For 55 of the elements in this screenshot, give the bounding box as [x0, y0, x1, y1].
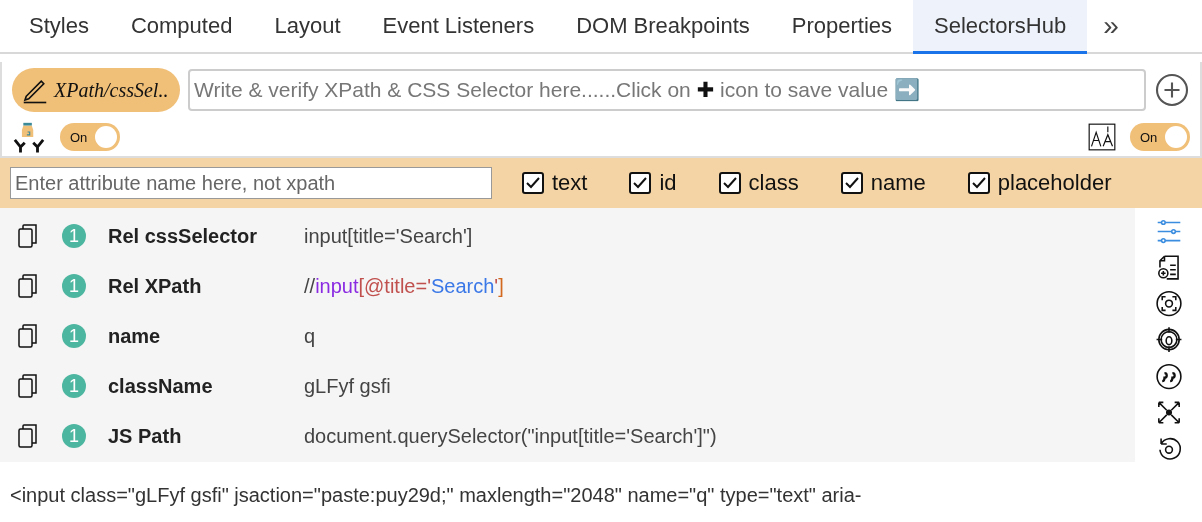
add-icon[interactable] — [1154, 72, 1190, 108]
checkmark-icon — [525, 175, 541, 191]
match-count: 1 — [62, 424, 86, 448]
selector-label: Rel XPath — [108, 274, 203, 298]
bug-target-icon[interactable] — [1154, 326, 1183, 354]
checkmark-icon — [843, 175, 860, 191]
checkbox[interactable] — [629, 172, 652, 194]
copy-icon[interactable] — [16, 373, 40, 399]
element-html-text: <input class="gLFyf gsfi" jsaction="paste:puy29d;" maxlength="2048" name="q" type="text" aria- — [9, 483, 863, 507]
tab[interactable]: Computed — [109, 0, 254, 54]
selector-label: Rel cssSelector — [108, 224, 258, 248]
copy-icon[interactable] — [16, 423, 40, 449]
toggle-switch[interactable]: On — [1130, 123, 1190, 151]
match-count: 1 — [62, 274, 86, 298]
quote-icon[interactable] — [1154, 362, 1183, 390]
selector-value: gLFyf gsfi — [304, 374, 391, 398]
tab[interactable]: Properties — [770, 0, 914, 54]
selector-value: //input[@title='Search'] — [304, 274, 504, 298]
copy-icon[interactable] — [16, 273, 40, 299]
match-count: 1 — [62, 374, 86, 398]
checkbox[interactable] — [522, 172, 544, 194]
selector-label: name — [108, 324, 162, 348]
selector-label: className — [108, 374, 214, 398]
selector-value: q — [304, 324, 316, 348]
screenshot-icon[interactable] — [1154, 290, 1183, 318]
checkbox-label: class — [748, 170, 799, 196]
checkmark-icon — [721, 175, 738, 191]
checkbox-label: text — [552, 170, 588, 196]
match-count: 1 — [62, 324, 86, 348]
copy-icon[interactable] — [16, 223, 40, 249]
font-size-icon[interactable] — [1088, 123, 1116, 151]
checkbox[interactable] — [967, 172, 990, 194]
money-bag-hands-icon[interactable] — [12, 120, 46, 154]
tab[interactable]: Event Listeners — [361, 0, 556, 54]
checkbox-label: id — [659, 170, 677, 196]
selector-input-field[interactable]: Write & verify XPath & CSS Selector here......Click on ✚ icon to save value ➡ — [188, 69, 1146, 111]
more-tabs-button[interactable]: » — [1087, 0, 1135, 52]
toggle-switch[interactable]: On — [60, 123, 120, 151]
checkmark-icon — [970, 175, 987, 191]
checkbox-label: name — [870, 170, 926, 196]
attribute-input-field[interactable]: Enter attribute name here, not xpath — [10, 167, 492, 199]
tab[interactable]: Styles — [8, 0, 110, 54]
selector-label: JS Path — [108, 424, 183, 448]
checkmark-icon — [632, 175, 649, 191]
checkbox[interactable] — [718, 172, 741, 194]
copy-icon[interactable] — [16, 323, 40, 349]
selector-value: input[title='Search'] — [304, 224, 473, 248]
match-count: 1 — [62, 224, 86, 248]
selector-type-button[interactable]: XPath/cssSel.. — [12, 68, 180, 112]
checkbox[interactable] — [840, 172, 863, 194]
tab[interactable]: SelectorsHub — [913, 0, 1088, 54]
selector-value: document.querySelector("input[title='Search']") — [304, 424, 717, 448]
tab[interactable]: Layout — [253, 0, 362, 54]
checkbox-label: placeholder — [997, 170, 1112, 196]
tab[interactable]: DOM Breakpoints — [555, 0, 771, 54]
